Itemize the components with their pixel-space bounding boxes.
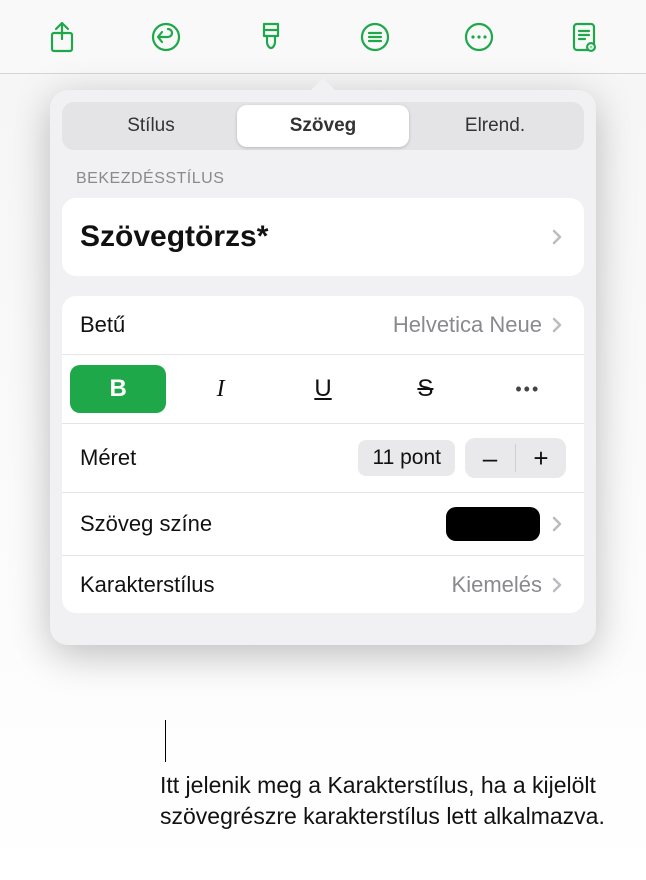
text-color-row[interactable]: Szöveg színe [62,492,584,555]
paragraph-style-row[interactable]: Szövegtörzs* [62,198,584,276]
reader-icon[interactable] [560,13,608,61]
tab-style[interactable]: Stílus [65,105,237,147]
text-options-card: Betű Helvetica Neue B I U S ••• Méret 11… [62,296,584,613]
tab-arrange[interactable]: Elrend. [409,105,581,147]
size-row: Méret 11 pont – + [62,423,584,492]
more-format-button[interactable]: ••• [480,365,576,413]
character-style-row[interactable]: Karakterstílus Kiemelés [62,555,584,613]
chevron-right-icon [552,577,566,593]
brush-icon[interactable] [247,13,295,61]
size-stepper: – + [465,438,566,478]
chevron-right-icon [552,516,566,532]
share-icon[interactable] [38,13,86,61]
paragraph-style-value: Szövegtörzs* [80,220,552,254]
character-style-label: Karakterstílus [80,572,452,598]
strikethrough-button[interactable]: S [377,365,473,413]
tab-text[interactable]: Szöveg [237,105,409,147]
text-color-swatch[interactable] [446,507,540,541]
font-label: Betű [80,312,393,338]
callout-leader-line [165,720,166,762]
size-decrease-button[interactable]: – [465,438,515,478]
bold-button[interactable]: B [70,365,166,413]
size-value[interactable]: 11 pont [358,440,455,476]
paragraph-style-card: Szövegtörzs* [62,198,584,276]
list-icon[interactable] [351,13,399,61]
underline-button[interactable]: U [275,365,371,413]
undo-icon[interactable] [142,13,190,61]
italic-button[interactable]: I [172,365,268,413]
font-value: Helvetica Neue [393,312,542,338]
more-icon[interactable] [455,13,503,61]
section-paragraph-style: BEKEZDÉSSTÍLUS [76,170,570,188]
chevron-right-icon [552,317,566,333]
callout-text: Itt jelenik meg a Karakterstílus, ha a k… [160,770,606,832]
format-buttons-row: B I U S ••• [62,354,584,423]
size-increase-button[interactable]: + [516,438,566,478]
format-popover: Stílus Szöveg Elrend. BEKEZDÉSSTÍLUS Szö… [50,90,596,645]
format-tabs: Stílus Szöveg Elrend. [62,102,584,150]
app-toolbar [0,0,646,74]
text-color-label: Szöveg színe [80,511,446,537]
size-label: Méret [80,445,358,471]
font-row[interactable]: Betű Helvetica Neue [62,296,584,354]
character-style-value: Kiemelés [452,572,542,598]
chevron-right-icon [552,229,566,245]
